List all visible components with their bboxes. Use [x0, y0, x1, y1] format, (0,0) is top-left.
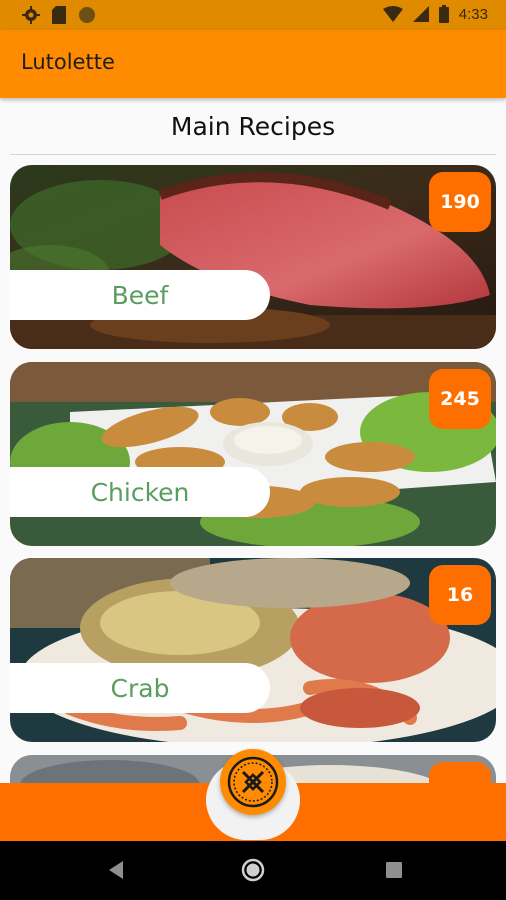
recipe-card-label: Crab: [10, 663, 270, 713]
settings-icon: [22, 6, 40, 24]
recipe-card-beef[interactable]: 190 Beef: [10, 165, 496, 349]
recents-icon[interactable]: [385, 861, 403, 879]
app-bar: Lutolette: [0, 30, 506, 98]
back-icon[interactable]: [105, 859, 125, 881]
signal-icon: [412, 6, 429, 22]
page-title: Main Recipes: [170, 112, 336, 141]
wifi-icon: [382, 6, 403, 22]
chicken-image: [10, 362, 496, 546]
recipe-card-crab[interactable]: 16 Crab: [10, 558, 496, 742]
recipe-count-badge: 190: [429, 172, 491, 232]
status-bar: 4:33: [0, 0, 506, 30]
sd-card-icon: [52, 6, 66, 24]
recipe-count-badge: 16: [429, 565, 491, 625]
recipe-card-chicken[interactable]: 245 Chicken: [10, 362, 496, 546]
beef-image: [10, 165, 496, 349]
recipe-card-label: Beef: [10, 270, 270, 320]
clock: 4:33: [458, 5, 488, 23]
recipe-card-label: Chicken: [10, 467, 270, 517]
app-title: Lutolette: [21, 50, 115, 74]
home-icon[interactable]: [241, 858, 265, 882]
emblem-icon: [227, 756, 279, 808]
divider: [10, 154, 496, 155]
system-nav-bar: [0, 841, 506, 900]
recipe-count-badge: 245: [429, 369, 491, 429]
battery-icon: [438, 5, 449, 23]
fab-button[interactable]: [220, 749, 286, 815]
circle-icon: [79, 7, 95, 23]
crab-image: [10, 558, 496, 742]
